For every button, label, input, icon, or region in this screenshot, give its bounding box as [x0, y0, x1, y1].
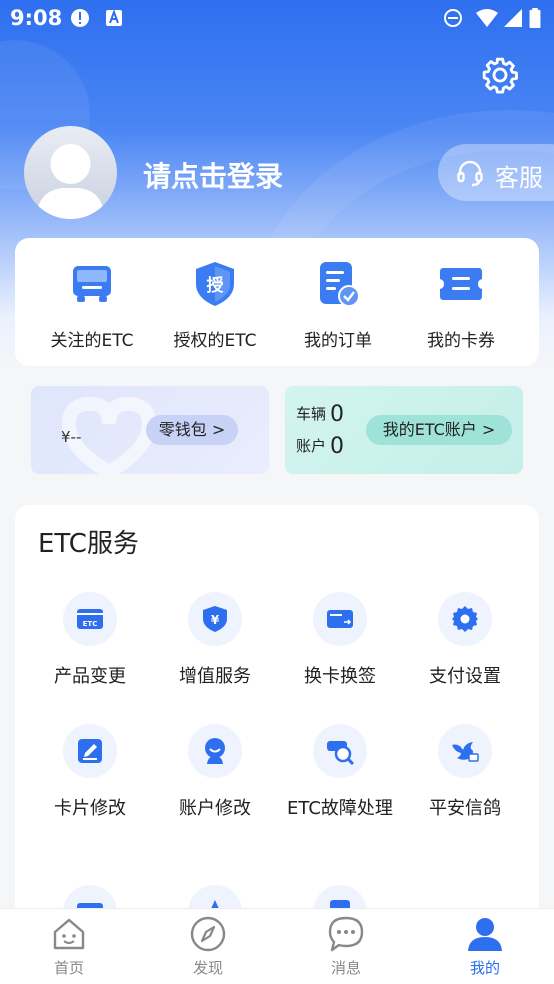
service-label: 支付设置	[429, 666, 501, 687]
pigeon-icon	[438, 724, 492, 778]
wifi-icon	[476, 9, 498, 27]
status-bar: 9:08	[0, 0, 554, 36]
account-label: 账户	[296, 437, 327, 455]
tab-label: 我的	[469, 959, 500, 977]
vehicles-count: 0	[330, 402, 345, 427]
avatar[interactable]	[24, 126, 117, 219]
service-card-modify[interactable]: 卡片修改	[28, 724, 152, 820]
service-pingan-pigeon[interactable]: 平安信鸽	[403, 724, 527, 820]
service-label: 平安信鸽	[429, 798, 501, 819]
quick-action-label: 授权的ETC	[173, 331, 257, 351]
home-icon	[53, 918, 85, 950]
quick-action-my-orders[interactable]: 我的订单	[276, 260, 400, 351]
message-icon	[328, 916, 364, 952]
signal-icon	[504, 9, 522, 27]
compass-icon	[190, 916, 226, 952]
tab-mine[interactable]: 我的	[416, 915, 554, 978]
wallet-button[interactable]: 零钱包 >	[146, 415, 238, 445]
service-label: ETC故障处理	[287, 798, 393, 819]
edit-icon	[63, 724, 117, 778]
search-fault-icon	[313, 724, 367, 778]
service-product-change[interactable]: ETC 产品变更	[28, 592, 152, 688]
user-icon	[188, 724, 242, 778]
quick-action-followed-etc[interactable]: 关注的ETC	[30, 260, 154, 351]
account-count: 0	[330, 434, 345, 459]
customer-service-button[interactable]: 客服	[438, 144, 554, 201]
quick-action-my-coupons[interactable]: 我的卡券	[399, 260, 523, 351]
account-count-row: 账户 0	[296, 434, 344, 459]
yuan-shield-icon: ¥	[188, 592, 242, 646]
do-not-disturb-icon	[444, 9, 462, 27]
quick-action-label: 我的卡券	[427, 331, 495, 351]
customer-service-label: 客服	[495, 164, 543, 192]
svg-text:授: 授	[207, 275, 225, 296]
etc-services-title: ETC服务	[38, 529, 139, 559]
etc-account-card[interactable]: 车辆 0 账户 0 我的ETC账户 >	[285, 386, 523, 474]
vehicle-count-row: 车辆 0	[296, 402, 344, 427]
headset-icon	[457, 160, 483, 187]
tab-messages[interactable]: 消息	[277, 915, 415, 978]
service-account-modify[interactable]: 账户修改	[153, 724, 277, 820]
etc-services-card: ETC服务 ETC 产品变更 ¥ 增值服务 换卡换签 支付设置 卡片修改 账户修…	[15, 505, 539, 925]
authorize-shield-icon: 授	[196, 262, 234, 306]
my-etc-account-button[interactable]: 我的ETC账户 >	[366, 415, 512, 445]
vehicles-label: 车辆	[296, 405, 327, 423]
tab-home[interactable]: 首页	[0, 915, 138, 978]
profile-icon	[468, 918, 502, 951]
wallet-amount: ¥--	[61, 428, 82, 446]
service-label: 产品变更	[54, 666, 126, 687]
login-prompt[interactable]: 请点击登录	[143, 155, 283, 195]
service-etc-fault[interactable]: ETC故障处理	[278, 724, 402, 820]
tab-label: 首页	[53, 959, 84, 977]
font-notification-icon	[106, 9, 122, 26]
gear-icon	[438, 592, 492, 646]
tab-label: 发现	[192, 959, 223, 977]
coupon-icon	[440, 268, 482, 300]
tab-discover[interactable]: 发现	[139, 915, 277, 978]
quick-action-label: 我的订单	[304, 331, 372, 351]
alert-icon	[71, 9, 89, 27]
service-payment-settings[interactable]: 支付设置	[403, 592, 527, 688]
order-icon	[320, 262, 360, 307]
wallet-card[interactable]: ¥-- 零钱包 >	[31, 386, 269, 474]
bottom-tab-bar: 首页 发现 消息 我的	[0, 908, 554, 984]
service-label: 账户修改	[179, 798, 251, 819]
service-label: 换卡换签	[304, 666, 376, 687]
quick-action-authorized-etc[interactable]: 授 授权的ETC	[153, 260, 277, 351]
status-time: 9:08	[10, 6, 63, 30]
svg-text:¥: ¥	[211, 613, 220, 627]
service-value-added[interactable]: ¥ 增值服务	[153, 592, 277, 688]
quick-actions-card: 关注的ETC 授 授权的ETC 我的订单 我的卡券	[15, 238, 539, 366]
battery-icon	[529, 8, 541, 28]
default-avatar-icon	[36, 144, 105, 219]
etc-card-icon: ETC	[63, 592, 117, 646]
quick-action-label: 关注的ETC	[50, 331, 134, 351]
service-label: 卡片修改	[54, 798, 126, 819]
card-swap-icon	[313, 592, 367, 646]
settings-gear-icon[interactable]	[481, 56, 519, 94]
tab-label: 消息	[330, 959, 361, 977]
svg-text:ETC: ETC	[83, 620, 98, 628]
service-card-swap[interactable]: 换卡换签	[278, 592, 402, 688]
service-label: 增值服务	[179, 666, 251, 687]
truck-icon	[73, 266, 111, 302]
